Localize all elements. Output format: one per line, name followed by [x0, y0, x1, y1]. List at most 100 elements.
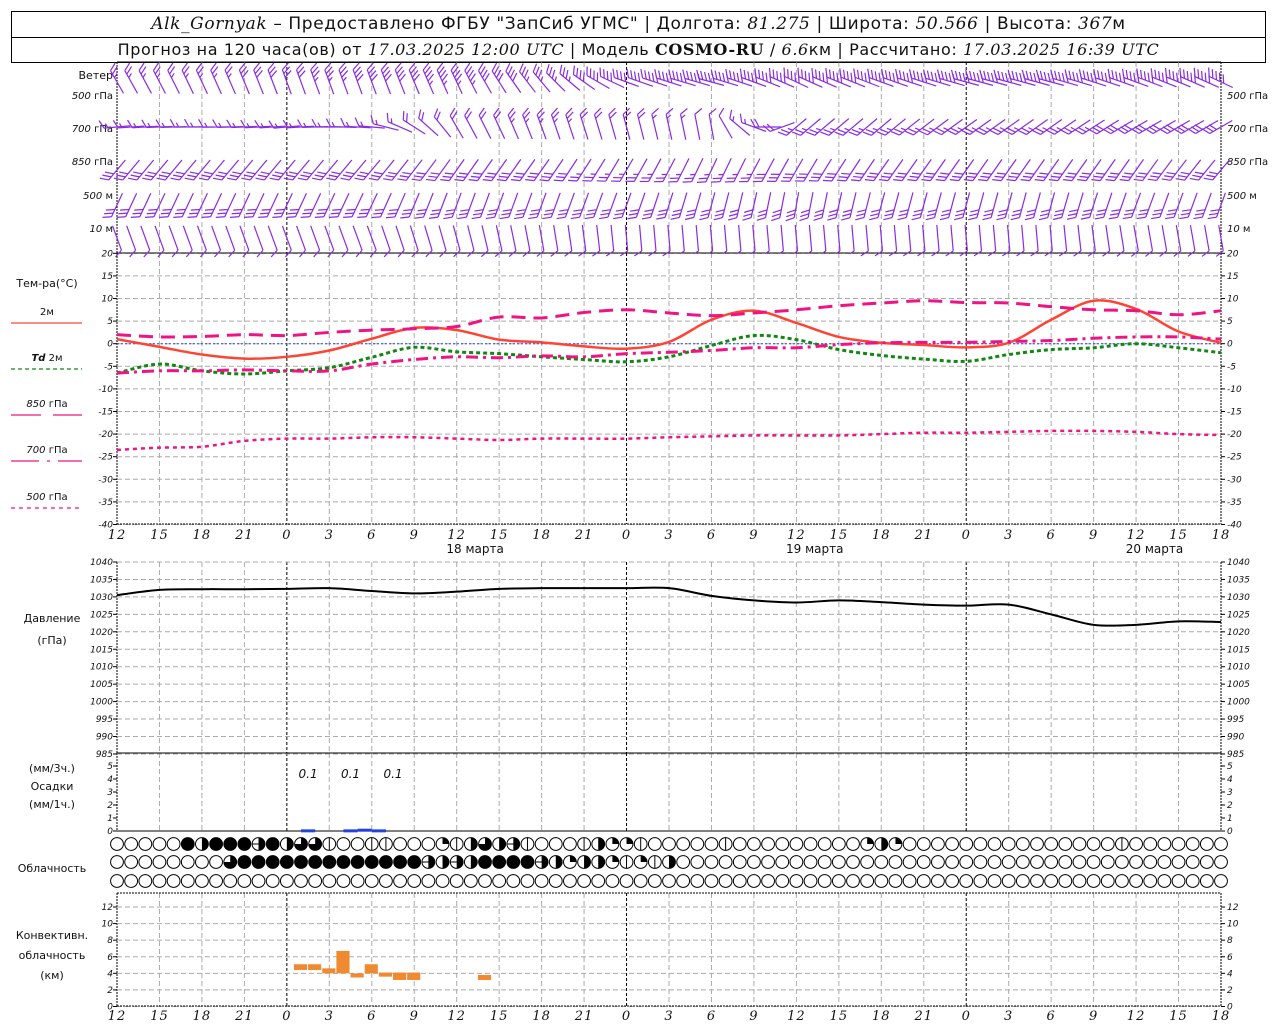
- wind-barb-feather: [428, 175, 438, 178]
- cloud-cover-icon: [817, 855, 832, 869]
- wind-barb-feather: [1135, 175, 1146, 178]
- cloud-cover-icon: [945, 874, 959, 888]
- cloud-cover-icon: [336, 874, 351, 888]
- cloud-cover-icon: [1129, 855, 1143, 869]
- wind-barb-feather: [786, 213, 796, 218]
- y-tick-label-right: 1025: [1227, 610, 1250, 620]
- wind-barb-feather: [687, 209, 697, 213]
- wind-barb-staff: [638, 224, 643, 252]
- wind-barb-feather: [757, 213, 767, 218]
- wind-barb-staff: [338, 225, 349, 251]
- wind-barb-feather: [912, 213, 922, 217]
- wind-barb: [508, 225, 517, 258]
- wind-barb: [902, 224, 912, 257]
- wind-barb-feather: [953, 216, 964, 221]
- wind-barb-feather: [718, 107, 725, 117]
- wind-barb-feather: [897, 216, 907, 221]
- cloud-circle: [987, 837, 1002, 851]
- wind-barb-feather: [501, 212, 511, 216]
- wind-barb-feather: [797, 67, 800, 77]
- y-tick-label: 12: [102, 903, 114, 913]
- y-tick-label-right: -5: [1227, 362, 1236, 372]
- wind-barb-feather: [189, 171, 199, 175]
- cloud-circle: [718, 855, 733, 869]
- wind-barb-feather: [576, 67, 579, 77]
- wind-barb-feather: [357, 174, 367, 178]
- wind-barb: [893, 159, 918, 182]
- wind-barb-feather: [904, 130, 914, 136]
- wind-barb-feather: [1015, 71, 1019, 81]
- wind-barb-feather: [360, 208, 370, 211]
- wind-barb-feather: [780, 128, 790, 134]
- cloud-cover-icon: [152, 874, 167, 888]
- wind-barb-feather: [212, 119, 218, 128]
- wind-barb: [1038, 192, 1056, 221]
- wind-barb-feather: [471, 216, 481, 220]
- wind-barb-feather: [811, 67, 814, 77]
- cloud-circle: [1171, 837, 1186, 851]
- cloud-circle: [945, 855, 959, 869]
- cloud-circle: [831, 855, 846, 869]
- cloud-cover-icon: [180, 874, 195, 888]
- cloud-circle: [223, 874, 238, 888]
- wind-barb-feather: [739, 68, 743, 78]
- cloud-circle: [1157, 874, 1172, 888]
- wind-barb-feather: [966, 175, 976, 178]
- wind-barb-feather: [1179, 216, 1189, 220]
- y-tick-label-right: 985: [1227, 750, 1244, 760]
- wind-barb-feather: [878, 72, 881, 82]
- wind-barb-feather: [1166, 124, 1175, 131]
- y-tick-label: 10: [102, 295, 114, 305]
- precip-3h-unit: (мм/3ч.): [29, 762, 75, 775]
- cloud-circle: [817, 837, 832, 851]
- wind-barb: [370, 114, 399, 131]
- wind-barb-feather: [1091, 179, 1101, 182]
- cloud-cover-icon: [393, 874, 407, 888]
- y-tick-label: -35: [98, 498, 113, 508]
- precip-title: Осадки: [31, 780, 74, 793]
- y-tick-label-right: 1020: [1227, 628, 1250, 638]
- cloud-cover-icon: [138, 874, 153, 888]
- wind-barb-feather: [314, 174, 324, 178]
- wind-barb: [729, 109, 751, 136]
- wind-barb: [210, 62, 222, 95]
- wind-barb-feather: [507, 66, 513, 75]
- cloud-circle: [959, 837, 974, 851]
- wind-barb-feather: [978, 127, 988, 133]
- wind-barb: [269, 159, 296, 181]
- level-unit: м: [1243, 224, 1251, 235]
- wind-barb-feather: [1083, 209, 1093, 213]
- wind-barb-feather: [509, 69, 515, 79]
- cloud-cover-icon: [789, 874, 804, 888]
- wind-barb-feather: [302, 212, 312, 215]
- cloud-circle: [1072, 837, 1087, 851]
- cloud-cover-icon: [110, 855, 124, 869]
- wind-barb-feather: [787, 69, 789, 79]
- wind-barb-feather: [1035, 127, 1045, 133]
- wind-barb-staff: [168, 225, 179, 251]
- wind-barb-feather: [229, 216, 239, 218]
- wind-barb-feather: [926, 172, 936, 175]
- wind-barb-feather: [961, 129, 971, 135]
- wind-barb-feather: [340, 177, 350, 181]
- wind-barb-feather: [1179, 67, 1182, 77]
- wind-barb: [156, 159, 183, 181]
- y-tick-label-right: 1: [1227, 814, 1233, 824]
- wind-barb-feather: [514, 216, 524, 220]
- wind-barb: [1024, 192, 1041, 221]
- wind-barb-feather: [964, 127, 974, 133]
- cloud-circle: [1072, 855, 1087, 869]
- cloud-cover-icon: [775, 855, 790, 869]
- cloud-circle: [1100, 837, 1115, 851]
- wind-barb-feather: [1190, 72, 1193, 82]
- cloud-cover-icon: [1185, 874, 1200, 888]
- wind-barb-feather: [1136, 68, 1139, 78]
- wind-barb-feather: [1181, 209, 1192, 212]
- cloud-fill: [442, 837, 449, 844]
- wind-barb-feather: [1124, 212, 1134, 216]
- wind-barb-feather: [761, 71, 765, 81]
- pressure-axis-unit: (гПа): [37, 634, 66, 647]
- wind-barb-feather: [940, 70, 945, 80]
- cloud-cover-icon: [336, 837, 351, 851]
- wind-barb-feather: [425, 178, 436, 182]
